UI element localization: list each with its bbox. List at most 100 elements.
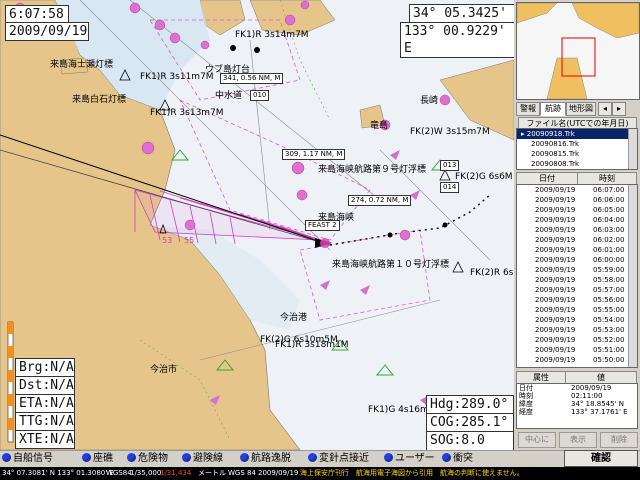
- status-dot-icon: [2, 453, 11, 462]
- table-row[interactable]: 2009/09/19 05:52:00: [517, 335, 637, 345]
- row-time: 06:07:00: [593, 186, 625, 194]
- table-row[interactable]: 2009/09/19 06:01:00: [517, 245, 637, 255]
- table-row[interactable]: 日付 2009/09/19: [517, 384, 637, 392]
- status-dot-icon: [127, 453, 136, 462]
- label-nagasaki: 長崎: [420, 96, 439, 106]
- row-date: 2009/09/19: [535, 356, 576, 364]
- table-row[interactable]: 2009/09/19 05:53:00: [517, 325, 637, 335]
- table-row[interactable]: 緯度 34° 18.8545' N: [517, 400, 637, 408]
- scale-bar: [7, 321, 14, 443]
- label-light-9: FK1)R 3s14m7M: [235, 30, 309, 40]
- status-bar: 34° 07.3081' N 133° 01.3080' E WGS84 1/3…: [0, 467, 640, 480]
- label-light-2: FK1)R 3s13m7M: [150, 108, 224, 118]
- status-dot-icon: [308, 453, 317, 462]
- waypoint-number[interactable]: 013: [440, 160, 460, 171]
- tab-terrain[interactable]: 地形図: [566, 102, 596, 116]
- table-row[interactable]: 2009/09/19 06:04:00: [517, 215, 637, 225]
- row-time: 05:55:00: [593, 306, 625, 314]
- table-row[interactable]: 2009/09/19 05:50:00: [517, 355, 637, 365]
- row-time: 05:59:00: [593, 266, 625, 274]
- cog-readout: COG:285.1°: [426, 413, 514, 432]
- label-kurushima-amase: 来島海士瀬灯標: [50, 60, 114, 70]
- label-buoy-10: 来島海峡航路第１０号灯浮標: [332, 260, 450, 270]
- row-time: 05:54:00: [593, 316, 625, 324]
- legend-route-deviation[interactable]: 航路逸脱: [240, 453, 291, 465]
- attr-value: 133° 37.1761' E: [571, 408, 628, 416]
- legend-grounding[interactable]: 座礁: [82, 453, 113, 465]
- table-row[interactable]: 2009/09/19 06:03:00: [517, 225, 637, 235]
- status-dot-icon: [240, 453, 249, 462]
- list-item[interactable]: 20090808.Trk: [517, 159, 637, 169]
- label-nakasuido: 中水道: [215, 91, 243, 101]
- table-row[interactable]: 時刻 02:11:00: [517, 392, 637, 400]
- vessel-name-tag: FEAST 2: [305, 220, 340, 231]
- chart-notice: 海上保安庁刊行 航海用電子海図から引用 航海の判断に使えません。: [300, 469, 524, 477]
- status-dot-icon: [384, 453, 393, 462]
- label-light-1: FK1)R 3s11m7M: [140, 72, 214, 82]
- legend-clearing-line[interactable]: 避険線: [182, 453, 223, 465]
- depth-label: 55: [184, 236, 195, 245]
- legend-own-signal[interactable]: 自船信号: [2, 453, 53, 465]
- status-dot-icon: [82, 453, 91, 462]
- table-row[interactable]: 2009/09/19 06:00:00: [517, 255, 637, 265]
- file-list-scrollbar[interactable]: [628, 129, 637, 169]
- center-button[interactable]: 中心に: [518, 432, 556, 448]
- table-row[interactable]: 2009/09/19 06:07:00: [517, 185, 637, 195]
- tab-scroll-right[interactable]: ▸: [612, 102, 626, 116]
- attr-value: 02:11:00: [571, 392, 603, 400]
- row-time: 05:57:00: [593, 286, 625, 294]
- bearing-readout: Brg:N/A: [15, 358, 75, 377]
- table-row[interactable]: [517, 416, 637, 424]
- table-row[interactable]: 2009/09/19 06:06:00: [517, 195, 637, 205]
- table-row[interactable]: 2009/09/19 05:59:00: [517, 265, 637, 275]
- legend-collision[interactable]: 衝突: [442, 453, 473, 465]
- table-row[interactable]: 2009/09/19 06:02:00: [517, 235, 637, 245]
- label-light-5: FK(2)R 6s: [470, 268, 514, 278]
- show-button[interactable]: 表示: [559, 432, 597, 448]
- table-row[interactable]: 2009/09/19 06:05:00: [517, 205, 637, 215]
- label-kurushima-shiraishi: 来島白石灯標: [72, 95, 127, 105]
- table-row[interactable]: 2009/09/19 05:56:00: [517, 295, 637, 305]
- longitude-readout: 133° 00.9229' E: [400, 22, 514, 58]
- track-list-scrollbar[interactable]: [628, 185, 637, 367]
- list-item[interactable]: ▸ 20090918.Trk: [517, 129, 637, 139]
- row-date: 2009/09/19: [535, 256, 576, 264]
- overview-map[interactable]: [516, 2, 640, 100]
- attr-key: 日付: [519, 384, 533, 392]
- attr-key: 緯度: [519, 400, 533, 408]
- table-row[interactable]: 2009/09/19 05:51:00: [517, 345, 637, 355]
- attribute-list[interactable]: 日付 2009/09/19 時刻 02:11:00 緯度 34° 18.8545' N 経度…: [516, 383, 638, 429]
- label-light-7: FK1)G 4s16m1: [368, 405, 435, 415]
- tab-track[interactable]: 航跡: [540, 102, 566, 116]
- legend-hazard[interactable]: 危険物: [127, 453, 168, 465]
- clock-date: 2009/09/19: [5, 22, 89, 41]
- file-list[interactable]: ▸ 20090918.Trk 20090816.Trk 20090815.Trk…: [516, 128, 638, 170]
- legend-waypoint-approach[interactable]: 変針点接近: [308, 453, 369, 465]
- track-point-list[interactable]: 2009/09/19 06:07:00 2009/09/19 06:06:00 2009…: [516, 184, 638, 368]
- legend-user[interactable]: ユーザー: [384, 453, 435, 465]
- waypoint-number[interactable]: 014: [440, 182, 460, 193]
- list-item[interactable]: 20090816.Trk: [517, 139, 637, 149]
- chart-view[interactable]: 来島海士瀬灯標 来島白石灯標 来島海峡航路第９号灯浮標 来島海峡航路第１０号灯浮…: [0, 0, 514, 450]
- table-row[interactable]: 2009/09/19 05:58:00: [517, 275, 637, 285]
- row-date: 2009/09/19: [535, 276, 576, 284]
- display-scale: 1/31,434: [160, 469, 192, 477]
- label-imabari-city: 今治市: [150, 365, 178, 375]
- table-row[interactable]: 2009/09/19 05:57:00: [517, 285, 637, 295]
- list-item[interactable]: 20090815.Trk: [517, 149, 637, 159]
- tab-alarm[interactable]: 警報: [516, 102, 540, 116]
- delete-button[interactable]: 削除: [600, 432, 638, 448]
- row-time: 06:01:00: [593, 246, 625, 254]
- table-row[interactable]: 経度 133° 37.1761' E: [517, 408, 637, 416]
- row-date: 2009/09/19: [535, 226, 576, 234]
- confirm-button[interactable]: 確認: [564, 450, 638, 467]
- route-leg-tag: 309, 1.17 NM, M: [282, 149, 346, 160]
- datum: WGS84: [106, 469, 132, 477]
- table-row[interactable]: 2009/09/19 05:55:00: [517, 305, 637, 315]
- waypoint-number[interactable]: 010: [250, 90, 270, 101]
- label-light-4: FK(2)G 6s6M: [455, 172, 513, 182]
- tab-scroll-left[interactable]: ◂: [598, 102, 612, 116]
- alarm-legend-bar: 自船信号 座礁 危険物 避険線 航路逸脱 変針点接近 ユーザー 衝突: [0, 450, 640, 467]
- table-row[interactable]: 2009/09/19 05:54:00: [517, 315, 637, 325]
- row-date: 2009/09/19: [535, 206, 576, 214]
